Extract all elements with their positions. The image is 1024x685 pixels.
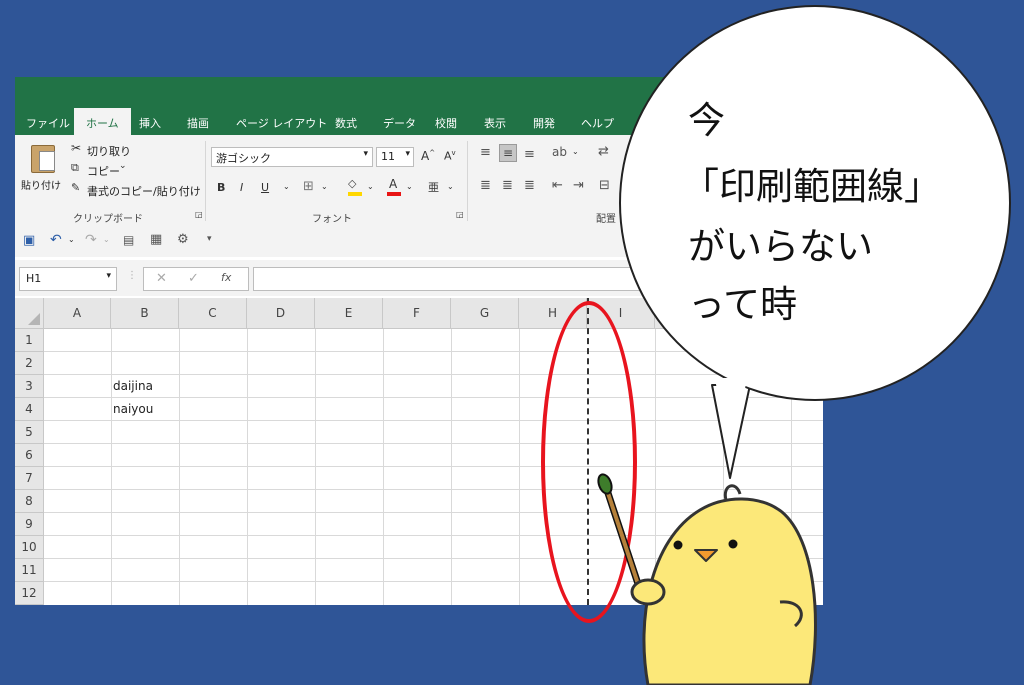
chick-mascot — [597, 473, 817, 685]
